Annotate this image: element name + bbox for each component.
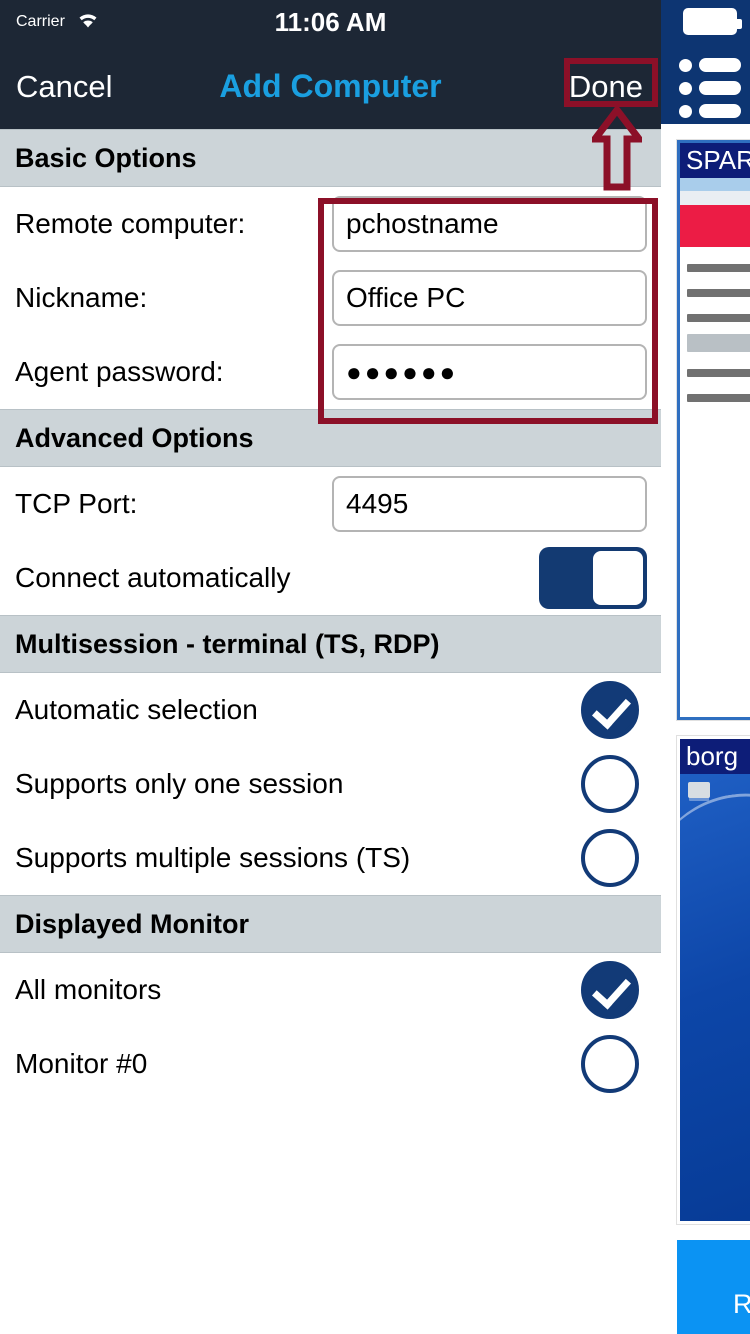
- section-header-advanced-options: Advanced Options: [0, 409, 661, 467]
- toggle-knob: [593, 551, 643, 605]
- nickname-input[interactable]: Office PC: [332, 270, 647, 326]
- add-computer-modal: Carrier 11:06 AM Cancel Add Computer Don…: [0, 0, 661, 1334]
- row-agent-password: Agent password: ●●●●●●: [0, 335, 661, 409]
- list-menu-icon[interactable]: [679, 58, 741, 118]
- row-label: All monitors: [15, 974, 162, 1005]
- section-header-basic-options: Basic Options: [0, 129, 661, 187]
- option-all-monitors[interactable]: All monitors: [0, 953, 661, 1027]
- battery-icon: [683, 8, 742, 35]
- displayed-monitor-rows: All monitors Monitor #0: [0, 953, 661, 1101]
- cancel-button[interactable]: Cancel: [16, 69, 113, 105]
- radio-monitor-0[interactable]: [581, 1035, 639, 1093]
- row-label: Connect automatically: [15, 562, 291, 593]
- multisession-rows: Automatic selection Supports only one se…: [0, 673, 661, 895]
- navigation-bar: Cancel Add Computer Done: [0, 44, 661, 129]
- wifi-icon: [74, 10, 102, 35]
- row-nickname: Nickname: Office PC: [0, 261, 661, 335]
- row-label: TCP Port:: [15, 488, 138, 519]
- basic-options-rows: Remote computer: pchostname Nickname: Of…: [0, 187, 661, 409]
- row-label: Agent password:: [15, 356, 224, 387]
- radio-one-session[interactable]: [581, 755, 639, 813]
- option-automatic-selection[interactable]: Automatic selection: [0, 673, 661, 747]
- row-label: Automatic selection: [15, 694, 258, 725]
- connect-automatically-toggle[interactable]: [539, 547, 647, 609]
- background-app-topbar: [661, 0, 750, 124]
- agent-password-input[interactable]: ●●●●●●: [332, 344, 647, 400]
- computer-thumbnail-spar[interactable]: SPAR: [677, 140, 750, 720]
- option-multiple-sessions[interactable]: Supports multiple sessions (TS): [0, 821, 661, 895]
- computer-thumbnail-borg[interactable]: borg: [677, 736, 750, 1224]
- option-one-session[interactable]: Supports only one session: [0, 747, 661, 821]
- row-label: Monitor #0: [15, 1048, 148, 1079]
- thumbnail-preview: [680, 774, 750, 1221]
- screen-root: SPAR borg Rem: [0, 0, 750, 1334]
- carrier-label: Carrier: [16, 13, 65, 30]
- tcp-port-input[interactable]: 4495: [332, 476, 647, 532]
- background-action-button[interactable]: Rem: [677, 1240, 750, 1334]
- thumbnail-title: SPAR: [680, 143, 750, 178]
- status-bar-left: Carrier: [16, 10, 102, 35]
- desktop-icon: [688, 782, 710, 798]
- section-header-multisession: Multisession - terminal (TS, RDP): [0, 615, 661, 673]
- advanced-options-rows: TCP Port: 4495 Connect automatically: [0, 467, 661, 615]
- row-label: Supports multiple sessions (TS): [15, 842, 411, 873]
- section-header-displayed-monitor: Displayed Monitor: [0, 895, 661, 953]
- row-label: Remote computer:: [15, 208, 246, 239]
- row-connect-automatically: Connect automatically: [0, 541, 661, 615]
- radio-automatic-selection[interactable]: [581, 681, 639, 739]
- row-label: Supports only one session: [15, 768, 344, 799]
- row-remote-computer: Remote computer: pchostname: [0, 187, 661, 261]
- radio-multiple-sessions[interactable]: [581, 829, 639, 887]
- background-app-strip: SPAR borg Rem: [661, 0, 750, 1334]
- radio-all-monitors[interactable]: [581, 961, 639, 1019]
- done-button[interactable]: Done: [569, 69, 643, 105]
- remote-computer-input[interactable]: pchostname: [332, 196, 647, 252]
- thumbnail-title: borg: [680, 739, 750, 774]
- option-monitor-0[interactable]: Monitor #0: [0, 1027, 661, 1101]
- status-bar: Carrier 11:06 AM: [0, 0, 661, 44]
- thumbnail-preview: [680, 178, 750, 717]
- row-tcp-port: TCP Port: 4495: [0, 467, 661, 541]
- row-label: Nickname:: [15, 282, 148, 313]
